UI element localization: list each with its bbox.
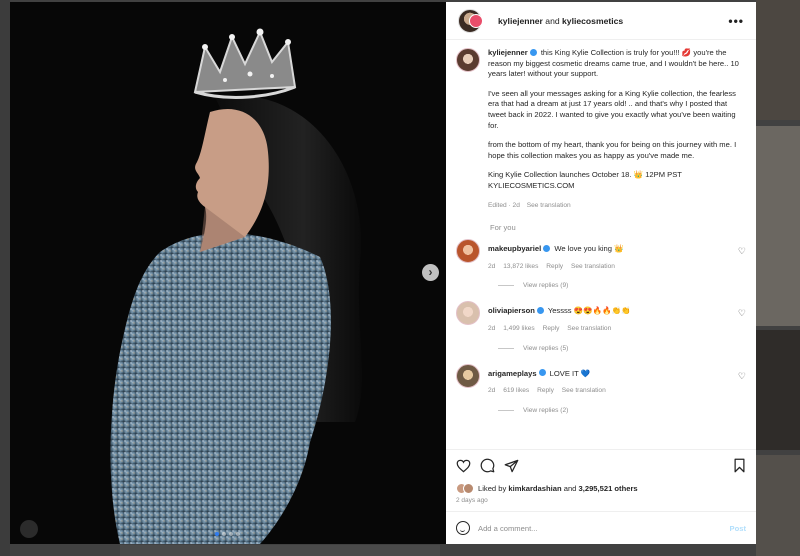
comment-time: 2d [488, 262, 496, 270]
for-you-label: For you [490, 223, 516, 233]
background-post-thumbnail [756, 330, 800, 450]
comment-username[interactable]: oliviapierson [488, 306, 535, 315]
post-comment-button[interactable]: Post [730, 524, 746, 533]
background-post-thumbnail [756, 126, 800, 326]
comment-item: arigameplays LOVE IT 💙 2d 619 likes Repl… [456, 363, 746, 397]
chevron-right-icon: › [428, 265, 433, 279]
view-replies-label: View replies (2) [523, 406, 569, 414]
view-replies-label: View replies (5) [523, 344, 569, 352]
likes-prefix: Liked by [478, 483, 507, 493]
comment-likes[interactable]: 13,872 likes [503, 263, 538, 270]
background-post-thumbnail [756, 0, 800, 120]
background-post-thumbnail [756, 455, 800, 556]
edited-timestamp: Edited · 2d [488, 201, 520, 209]
likes-summary: Liked by kimkardashian and 3,295,521 oth… [446, 481, 756, 495]
likes-and: and [563, 483, 577, 493]
post-action-bar [446, 449, 756, 481]
post-photo [10, 2, 446, 544]
liker-username[interactable]: kimkardashian [508, 484, 561, 493]
author-conjunction: and [545, 15, 560, 26]
reply-link[interactable]: Reply [546, 263, 563, 270]
replies-divider [498, 285, 514, 287]
collab-username[interactable]: kyliecosmetics [562, 16, 623, 26]
caption-paragraph: I've seen all your messages asking for a… [488, 88, 736, 130]
emoji-icon[interactable] [456, 521, 470, 535]
next-slide-button[interactable]: › [422, 264, 439, 281]
post-authors: kyliejenner and kyliecosmetics [498, 16, 623, 26]
comment-text: Yessss 😍😍🔥🔥👏👏 [547, 306, 631, 316]
user-tag-icon[interactable] [20, 520, 38, 538]
verified-icon [529, 48, 537, 56]
post-media[interactable]: › [10, 2, 446, 544]
liker-avatar [463, 482, 474, 494]
comment-likes[interactable]: 619 likes [503, 387, 529, 394]
view-replies-button[interactable]: View replies (2) [498, 407, 746, 414]
replies-divider [498, 347, 514, 349]
comments-scroll[interactable]: kyliejenner this King Kylie Collection i… [446, 40, 756, 449]
heart-icon[interactable]: ♡ [738, 308, 746, 319]
background-edge [0, 0, 10, 556]
comment-username[interactable]: arigameplays [488, 369, 537, 378]
comment-avatar[interactable] [456, 239, 480, 264]
share-icon[interactable] [504, 459, 519, 473]
view-replies-label: View replies (9) [523, 282, 569, 290]
verified-icon [538, 369, 546, 376]
comment-item: makeupbyariel We love you king 👑 2d 13,8… [456, 239, 746, 272]
author-username[interactable]: kyliejenner [498, 16, 543, 26]
post-header: kyliejenner and kyliecosmetics ••• [446, 2, 756, 40]
heart-icon[interactable] [456, 459, 471, 473]
carousel-dot [236, 532, 240, 536]
comment-avatar[interactable] [456, 301, 480, 326]
carousel-dot [222, 532, 226, 536]
verified-icon [543, 244, 551, 252]
reply-link[interactable]: Reply [537, 387, 554, 394]
see-translation-link[interactable]: See translation [567, 325, 611, 332]
caption-username[interactable]: kyliejenner [488, 48, 528, 57]
caption-paragraph: from the bottom of my heart, thank you f… [488, 140, 737, 160]
comment-input[interactable] [478, 523, 722, 533]
view-replies-button[interactable]: View replies (5) [498, 345, 746, 352]
reply-link[interactable]: Reply [543, 325, 560, 332]
background-edge [120, 545, 440, 556]
more-icon[interactable]: ••• [728, 14, 744, 28]
post-timestamp[interactable]: 2 days ago [446, 495, 756, 511]
bookmark-icon[interactable] [733, 458, 746, 473]
comment-time: 2d [488, 324, 496, 332]
post-details-panel: kyliejenner and kyliecosmetics ••• kylie… [446, 2, 756, 544]
likes-others[interactable]: 3,295,521 others [579, 484, 638, 493]
comment-avatar[interactable] [456, 363, 480, 388]
comment-time: 2d [488, 387, 496, 395]
caption-meta: Edited · 2d See translation [488, 201, 746, 212]
post-caption: kyliejenner this King Kylie Collection i… [456, 48, 746, 211]
comment-text: LOVE IT 💙 [549, 368, 591, 378]
heart-icon[interactable]: ♡ [738, 246, 746, 257]
collab-avatar[interactable] [469, 14, 483, 28]
carousel-indicator [215, 532, 240, 536]
comment-text: We love you king 👑 [554, 244, 624, 254]
comment-icon[interactable] [480, 458, 495, 473]
heart-icon[interactable]: ♡ [738, 371, 746, 382]
view-replies-button[interactable]: View replies (9) [498, 282, 746, 289]
replies-divider [498, 409, 514, 411]
comment-likes[interactable]: 1,499 likes [503, 325, 535, 332]
caption-paragraph: King Kylie Collection launches October 1… [488, 170, 682, 190]
comment-item: oliviapierson Yessss 😍😍🔥🔥👏👏 2d 1,499 lik… [456, 301, 746, 334]
comment-username[interactable]: makeupbyariel [488, 244, 541, 253]
post-modal: › kyliejenner and kyliecosmetics ••• kyl… [10, 2, 756, 544]
carousel-dot [215, 532, 219, 536]
see-translation-link[interactable]: See translation [571, 263, 615, 270]
verified-icon [536, 306, 544, 314]
caption-avatar[interactable] [456, 48, 480, 72]
carousel-dot [229, 532, 233, 536]
comment-composer: Post [446, 511, 756, 544]
see-translation-link[interactable]: See translation [562, 387, 606, 394]
see-translation-link[interactable]: See translation [527, 202, 571, 209]
